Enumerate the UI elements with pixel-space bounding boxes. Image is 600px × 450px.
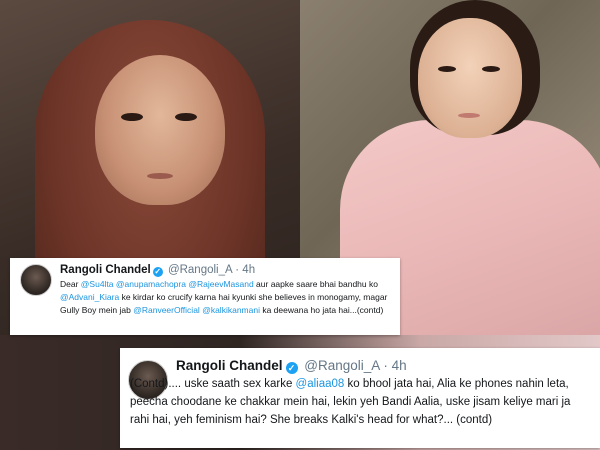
eye-right (175, 113, 197, 121)
tweet-timestamp[interactable]: 4h (242, 264, 255, 276)
verified-badge-icon: ✓ (285, 362, 298, 374)
tweet-header: Rangoli Chandel ✓ @Rangoli_A · 4h (60, 264, 255, 277)
mention-link[interactable]: @Advani_Kiara (60, 292, 119, 302)
author-name[interactable]: Rangoli Chandel (60, 264, 151, 276)
mention-link[interactable]: @kalkikanmani (202, 305, 260, 315)
author-handle[interactable]: @Rangoli_A (168, 264, 232, 276)
tweet-header: Rangoli Chandel ✓ @Rangoli_A · 4h (176, 358, 407, 374)
eye-left (438, 66, 456, 72)
mouth (458, 113, 480, 118)
author-name[interactable]: Rangoli Chandel (176, 358, 283, 373)
tweet-text: (Contd).... uske saath sex karke @aliaa0… (130, 375, 592, 429)
tweet-card: Rangoli Chandel ✓ @Rangoli_A · 4h (Contd)… (120, 348, 600, 448)
right-face-shape (418, 18, 522, 138)
meta-separator: · (383, 358, 388, 373)
tweet-text: Dear @Su4lta @anupamachopra @RajeevMasan… (60, 278, 395, 317)
mention-link[interactable]: @anupamachopra (116, 279, 186, 289)
left-face-shape (95, 55, 225, 205)
tweet-card: Rangoli Chandel ✓ @Rangoli_A · 4h Dear @S… (10, 258, 400, 335)
mention-link[interactable]: @Su4lta (81, 279, 114, 289)
eye-left (121, 113, 143, 121)
tweet-text-segment: (Contd).... uske saath sex karke (130, 378, 296, 390)
tweet-text-segment: ka deewana ho jata hai...(contd) (259, 305, 384, 315)
tweet-timestamp[interactable]: 4h (392, 358, 407, 373)
mention-link[interactable]: @RajeevMasand (188, 279, 253, 289)
tweet-text-segment: Dear (60, 279, 81, 289)
meta-separator: · (235, 264, 240, 276)
author-handle[interactable]: @Rangoli_A (304, 358, 379, 373)
mention-link[interactable]: @aliaa08 (296, 378, 345, 390)
tweet-text-segment: aur aapke saare bhai bandhu ko (253, 279, 378, 289)
eye-right (482, 66, 500, 72)
mouth (147, 173, 173, 179)
profile-avatar[interactable] (20, 264, 52, 296)
verified-badge-icon: ✓ (152, 267, 163, 277)
mention-link[interactable]: @RanveerOfficial (133, 305, 200, 315)
